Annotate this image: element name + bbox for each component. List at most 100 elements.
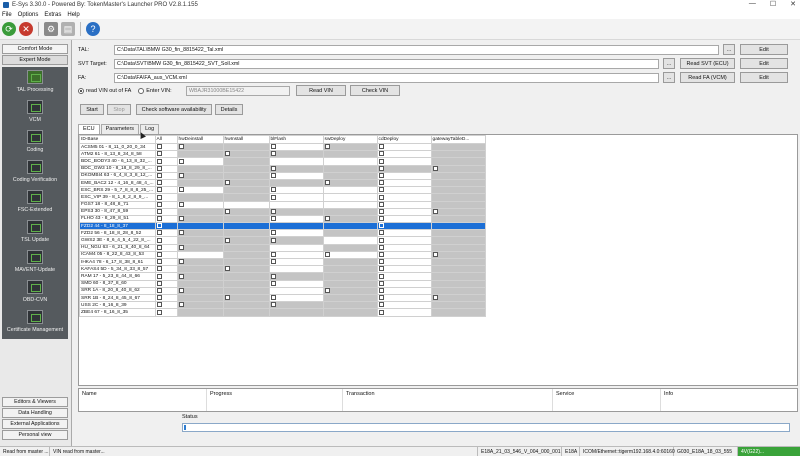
table-row[interactable]: EME_BAC2 12 - 4_16_8_48_4_... bbox=[79, 178, 486, 188]
sidebar-item-coding[interactable]: Coding bbox=[2, 130, 68, 160]
checkbox[interactable] bbox=[156, 259, 162, 265]
checkbox[interactable] bbox=[156, 288, 162, 293]
checkbox[interactable] bbox=[224, 151, 230, 157]
table-row[interactable]: FZD2 56 - 8_18_8_28_8_52 bbox=[79, 229, 486, 238]
details-button[interactable]: Details bbox=[215, 104, 243, 115]
table-row[interactable]: FLHO 43 - 8_29_8_51 bbox=[79, 214, 486, 224]
checkbox[interactable] bbox=[156, 216, 162, 222]
checkbox[interactable] bbox=[378, 158, 384, 164]
table-row[interactable]: ATM2 61 - 8_13_8_34_8_58 bbox=[79, 150, 486, 159]
read-fa-button[interactable]: Read FA (VCM) bbox=[680, 72, 735, 83]
comfort-mode-button[interactable]: Comfort Mode bbox=[2, 44, 68, 54]
sidebar-item-tsl-update[interactable]: TSL Update bbox=[2, 220, 68, 250]
table-row[interactable]: ICAM4 05 - 8_22_8_43_8_53 bbox=[79, 250, 486, 260]
checkbox[interactable] bbox=[378, 266, 384, 272]
checkbox[interactable] bbox=[270, 194, 276, 200]
table-row[interactable]: DKOMBI4 63 - 6_4_8_3_8_12_... bbox=[79, 171, 486, 180]
read-vin-radio[interactable] bbox=[78, 88, 84, 94]
checkbox[interactable] bbox=[224, 295, 230, 301]
expert-mode-button[interactable]: Expert Mode bbox=[2, 55, 68, 65]
checkbox[interactable] bbox=[156, 252, 162, 258]
checkbox[interactable] bbox=[156, 237, 162, 243]
sidebar-item-certificate-management[interactable]: Certificate Management bbox=[2, 310, 68, 340]
checkbox[interactable] bbox=[378, 223, 384, 229]
checkbox[interactable] bbox=[178, 158, 184, 164]
table-row[interactable]: RAM 17 - 5_23_8_44_8_66 bbox=[79, 272, 486, 281]
personal-view-button[interactable]: Personal view bbox=[2, 430, 68, 440]
transaction-table[interactable]: Name Progress Transaction Service Info bbox=[78, 388, 798, 412]
checkbox[interactable] bbox=[270, 187, 276, 193]
sidebar-item-vcm[interactable]: VCM bbox=[2, 100, 68, 130]
check-vin-button[interactable]: Check VIN bbox=[350, 85, 400, 96]
checkbox[interactable] bbox=[378, 144, 384, 150]
tab-ecu[interactable]: ECU bbox=[78, 124, 100, 134]
checkbox[interactable] bbox=[178, 302, 184, 308]
table-row[interactable]: EPS3 30 - 8_47_8_59 bbox=[79, 207, 486, 216]
checkbox[interactable] bbox=[156, 202, 162, 207]
close-icon[interactable]: ✕ bbox=[790, 0, 796, 8]
menu-options[interactable]: Options bbox=[18, 12, 39, 18]
table-row[interactable]: FGS7 18 - 8_48_8_71 bbox=[79, 200, 486, 209]
checkbox[interactable] bbox=[270, 273, 276, 279]
checkbox[interactable] bbox=[378, 187, 384, 193]
table-row[interactable]: USS 2C - 8_16_8_39 bbox=[79, 301, 486, 310]
checkbox[interactable] bbox=[156, 295, 162, 301]
checkbox[interactable] bbox=[156, 266, 162, 272]
checkbox[interactable] bbox=[156, 245, 162, 250]
window-icon[interactable]: ▤ bbox=[61, 22, 75, 36]
checkbox[interactable] bbox=[378, 259, 384, 265]
read-vin-button[interactable]: Read VIN bbox=[296, 85, 346, 96]
table-row[interactable]: IHKA4 78 - 6_17_8_38_8_61 bbox=[79, 257, 486, 267]
checkbox[interactable] bbox=[178, 144, 184, 150]
checkbox[interactable] bbox=[378, 288, 384, 293]
table-row[interactable]: BDC_GW3 10 - 8_18_8_29_8_... bbox=[79, 164, 486, 173]
checkbox[interactable] bbox=[270, 144, 276, 150]
grid-header-col-6[interactable]: cdDeploy bbox=[376, 135, 432, 144]
table-row[interactable]: FZD2 44 - 8_18_8_37 bbox=[79, 222, 486, 231]
checkbox[interactable] bbox=[270, 259, 276, 265]
checkbox[interactable] bbox=[178, 187, 184, 193]
grid-header-col-1[interactable]: All bbox=[154, 135, 178, 144]
tal-path-field[interactable]: C:\Data\TAL\BMW G30_fin_8815422_Tal.xml bbox=[114, 45, 719, 55]
grid-header-col-7[interactable]: gatewayTableD... bbox=[430, 135, 486, 144]
svt-path-field[interactable]: C:\Data\SVT\BMW G30_fin_8815422_SVT_Soll… bbox=[114, 59, 659, 69]
checkbox[interactable] bbox=[156, 187, 162, 193]
checkbox[interactable] bbox=[156, 230, 162, 236]
checkbox[interactable] bbox=[378, 180, 384, 186]
checkbox[interactable] bbox=[270, 216, 276, 222]
table-row[interactable]: ESC_VIP 39 - 8_1_8_2_8_9_... bbox=[79, 193, 486, 202]
checkbox[interactable] bbox=[178, 202, 184, 207]
checkbox[interactable] bbox=[224, 180, 230, 186]
checkbox[interactable] bbox=[224, 266, 230, 272]
sidebar-item-mavent-update[interactable]: MAVENT-Update bbox=[2, 250, 68, 280]
minimize-icon[interactable]: — bbox=[749, 0, 756, 8]
checkbox[interactable] bbox=[378, 309, 384, 315]
menu-extras[interactable]: Extras bbox=[44, 12, 61, 18]
checkbox[interactable] bbox=[270, 173, 276, 178]
svt-browse-button[interactable]: ... bbox=[663, 58, 675, 69]
checkbox[interactable] bbox=[378, 252, 384, 258]
grid-header-col-2[interactable]: hwDeinstall bbox=[176, 135, 224, 144]
checkbox[interactable] bbox=[270, 237, 276, 243]
checkbox[interactable] bbox=[156, 158, 162, 164]
help-icon[interactable]: ? bbox=[86, 22, 100, 36]
checkbox[interactable] bbox=[178, 216, 184, 222]
checkbox[interactable] bbox=[432, 295, 438, 301]
checkbox[interactable] bbox=[378, 151, 384, 157]
checkbox[interactable] bbox=[156, 151, 162, 157]
sidebar-item-fsc-extended[interactable]: FSC-Extended bbox=[2, 190, 68, 220]
checkbox[interactable] bbox=[378, 209, 384, 214]
checkbox[interactable] bbox=[178, 288, 184, 293]
fa-path-field[interactable]: C:\Data\FA\FA_aus_VCM.xml bbox=[114, 73, 659, 83]
checkbox[interactable] bbox=[178, 245, 184, 250]
tal-browse-button[interactable]: ... bbox=[723, 44, 735, 55]
checkbox[interactable] bbox=[178, 259, 184, 265]
checkbox[interactable] bbox=[178, 230, 184, 236]
checkbox[interactable] bbox=[324, 288, 330, 293]
tal-edit-button[interactable]: Edit bbox=[740, 44, 788, 55]
checkbox[interactable] bbox=[378, 166, 384, 171]
sidebar-item-obd-cvn[interactable]: OBD-CVN bbox=[2, 280, 68, 310]
checkbox[interactable] bbox=[156, 302, 162, 308]
menu-file[interactable]: File bbox=[2, 12, 12, 18]
checkbox[interactable] bbox=[224, 237, 230, 243]
